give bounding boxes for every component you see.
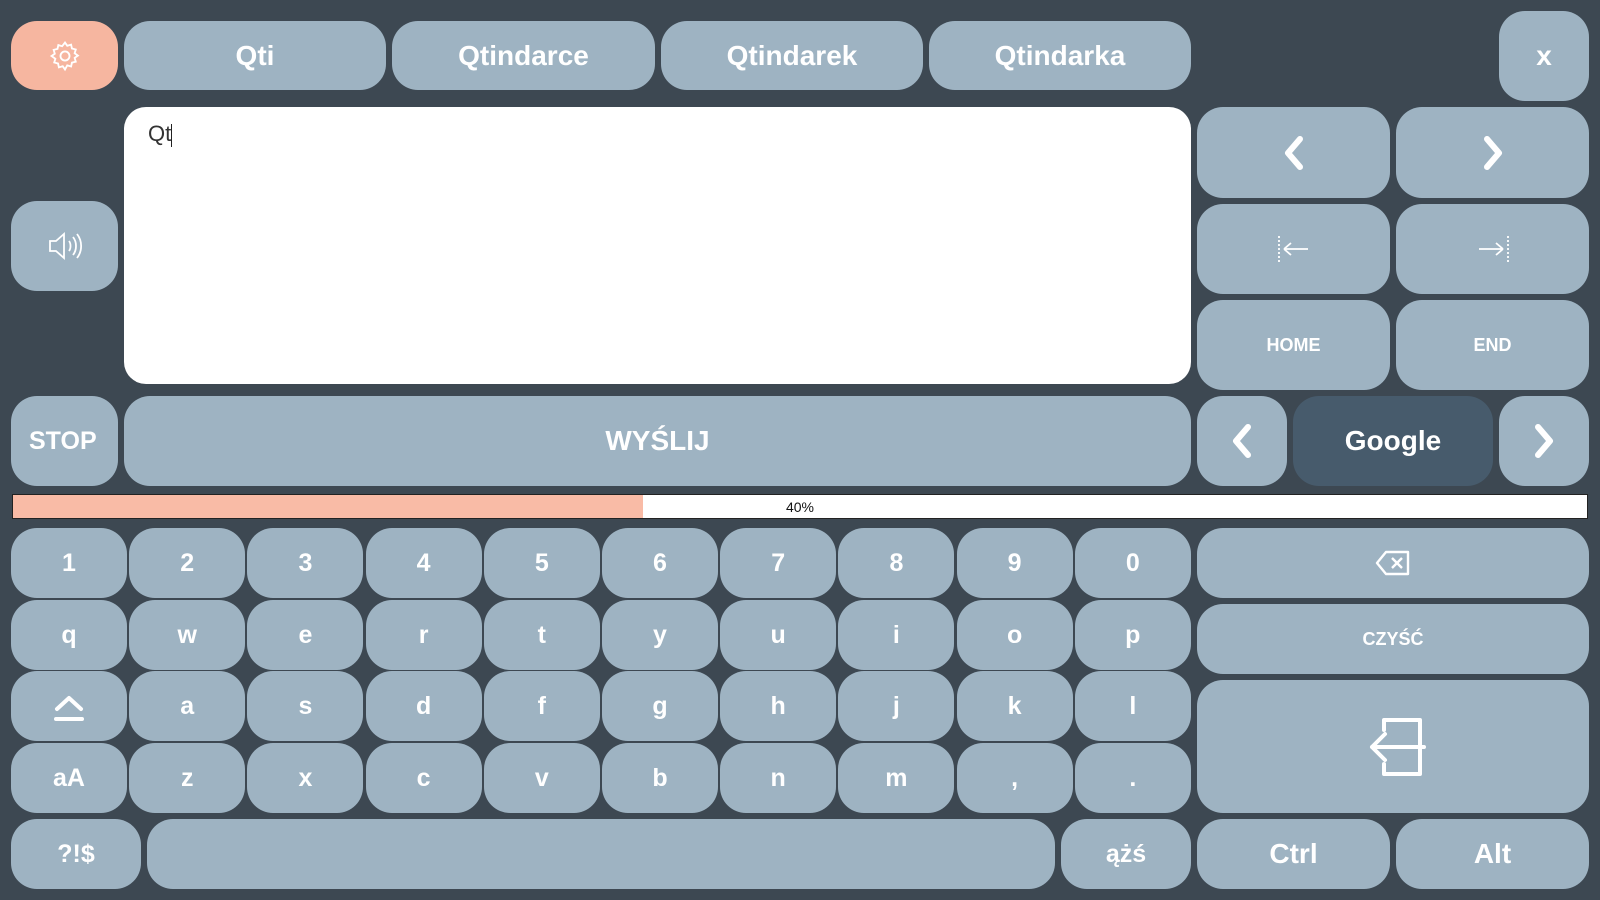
letter-key[interactable]: x [247, 743, 364, 813]
next-button[interactable] [1396, 107, 1589, 198]
letter-key[interactable]: , [956, 743, 1073, 813]
letter-key[interactable]: z [129, 743, 246, 813]
chevron-left-icon [1230, 423, 1254, 459]
end-button[interactable]: END [1396, 300, 1589, 390]
suggestion-2[interactable]: Qtindarce [392, 21, 655, 90]
chevron-right-icon [1532, 423, 1556, 459]
letter-key[interactable]: p [1074, 600, 1191, 670]
digit-key[interactable]: 5 [483, 528, 600, 598]
arrow-to-start-icon [1276, 234, 1312, 264]
digit-key[interactable]: 4 [365, 528, 482, 598]
letter-key[interactable]: u [720, 600, 837, 670]
speaker-icon [47, 230, 83, 262]
letter-key[interactable]: o [956, 600, 1073, 670]
stop-button[interactable]: STOP [11, 396, 118, 486]
letter-key[interactable]: n [720, 743, 837, 813]
clear-key[interactable]: CZYŚĆ [1197, 604, 1589, 674]
letter-key[interactable]: y [602, 600, 718, 670]
prev-button[interactable] [1197, 107, 1390, 198]
letter-key[interactable]: a [129, 671, 246, 741]
symbols-key[interactable]: ?!$ [11, 819, 141, 889]
letter-key[interactable]: i [838, 600, 955, 670]
home-button[interactable]: HOME [1197, 300, 1390, 390]
letter-key[interactable]: q [11, 600, 127, 670]
digit-key[interactable]: 6 [602, 528, 718, 598]
letter-key[interactable]: b [602, 743, 718, 813]
letter-key[interactable]: k [956, 671, 1073, 741]
letter-key[interactable]: t [483, 600, 600, 670]
settings-button[interactable] [11, 21, 118, 90]
chevron-left-icon [1282, 135, 1306, 171]
digit-key[interactable]: 2 [129, 528, 246, 598]
suggestion-3[interactable]: Qtindarek [661, 21, 923, 90]
diacritics-key[interactable]: ążś [1061, 819, 1191, 889]
shift-icon [52, 689, 86, 723]
letter-key[interactable]: l [1074, 671, 1191, 741]
message-text: Qt [148, 121, 172, 146]
letter-key[interactable]: . [1074, 743, 1191, 813]
shift-key[interactable] [11, 671, 127, 741]
space-key[interactable] [147, 819, 1055, 889]
backspace-icon [1375, 550, 1411, 576]
letter-key[interactable]: j [838, 671, 955, 741]
progress-bar: 40% [12, 494, 1588, 519]
text-caret [171, 123, 173, 147]
progress-label: 40% [785, 498, 815, 515]
letter-key[interactable]: s [247, 671, 364, 741]
digit-key[interactable]: 9 [956, 528, 1073, 598]
digit-key[interactable]: 0 [1074, 528, 1191, 598]
enter-key[interactable] [1197, 680, 1589, 813]
enter-icon [1358, 716, 1428, 778]
letter-key[interactable]: v [483, 743, 600, 813]
digit-key[interactable]: 1 [11, 528, 127, 598]
case-toggle-key[interactable]: aA [11, 743, 127, 813]
digit-key[interactable]: 8 [838, 528, 955, 598]
letter-key[interactable]: e [247, 600, 364, 670]
speak-button[interactable] [11, 201, 118, 291]
search-engine-selector[interactable]: Google [1293, 396, 1493, 486]
word-right-button[interactable] [1396, 204, 1589, 294]
suggestion-1[interactable]: Qti [124, 21, 386, 90]
digit-key[interactable]: 3 [247, 528, 364, 598]
letter-key[interactable]: g [602, 671, 718, 741]
arrow-to-end-icon [1475, 234, 1511, 264]
letter-key[interactable]: d [365, 671, 482, 741]
letter-key[interactable]: h [720, 671, 837, 741]
letter-key[interactable]: w [129, 600, 246, 670]
chevron-right-icon [1481, 135, 1505, 171]
message-text-area[interactable]: Qt [124, 107, 1191, 384]
gear-icon [48, 39, 82, 73]
suggestion-4[interactable]: Qtindarka [929, 21, 1191, 90]
letter-key[interactable]: f [483, 671, 600, 741]
digit-key[interactable]: 7 [720, 528, 837, 598]
ctrl-key[interactable]: Ctrl [1197, 819, 1390, 889]
letter-key[interactable]: r [365, 600, 482, 670]
word-left-button[interactable] [1197, 204, 1390, 294]
send-button[interactable]: WYŚLIJ [124, 396, 1191, 486]
close-button[interactable]: x [1499, 11, 1589, 101]
engine-next-button[interactable] [1499, 396, 1589, 486]
letter-key[interactable]: m [838, 743, 955, 813]
engine-prev-button[interactable] [1197, 396, 1287, 486]
backspace-key[interactable] [1197, 528, 1589, 598]
letter-key[interactable]: c [365, 743, 482, 813]
alt-key[interactable]: Alt [1396, 819, 1589, 889]
